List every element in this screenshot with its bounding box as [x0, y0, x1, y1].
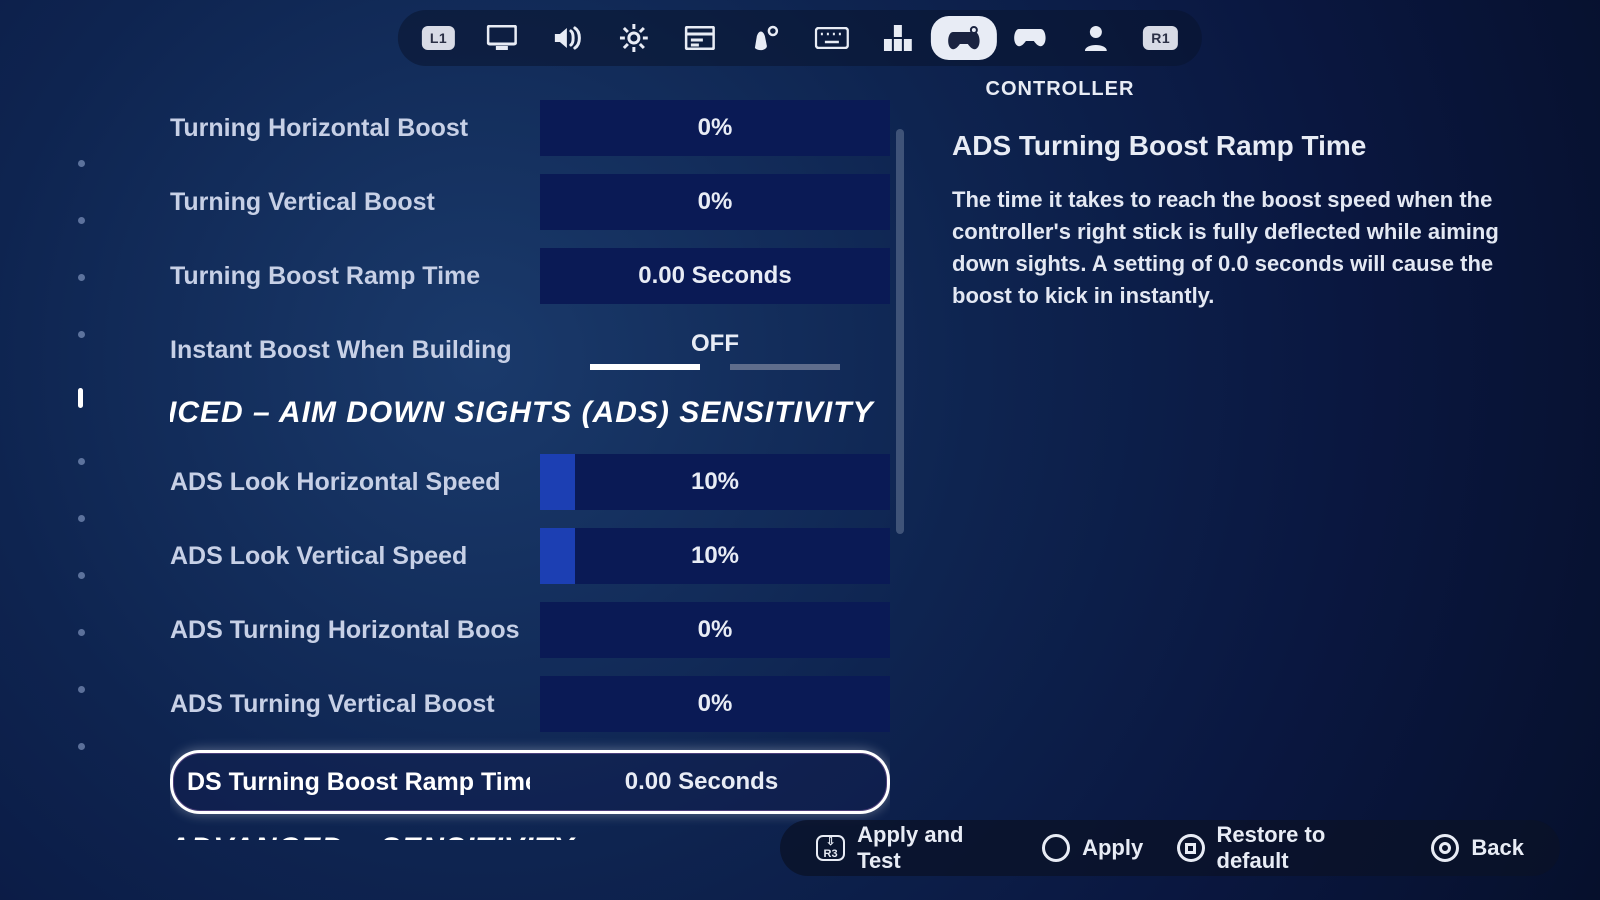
tab-video[interactable]: [469, 16, 535, 60]
setting-label: ADS Look Horizontal Speed: [170, 468, 520, 497]
back-button[interactable]: Back: [1431, 834, 1524, 862]
help-title: ADS Turning Boost Ramp Time: [952, 130, 1512, 162]
setting-value[interactable]: 0.00 Seconds: [530, 754, 873, 810]
help-body: The time it takes to reach the boost spe…: [952, 184, 1512, 312]
section-dot[interactable]: [78, 217, 85, 224]
setting-toggle[interactable]: OFF: [540, 322, 890, 378]
setting-value[interactable]: 10%: [540, 528, 890, 584]
gamepad-icon: [1013, 27, 1047, 49]
value-text: 0.00 Seconds: [625, 768, 778, 796]
tab-touch[interactable]: [733, 16, 799, 60]
toggle-track-icon: [590, 364, 840, 370]
section-dot[interactable]: [78, 458, 85, 465]
value-text: 0.00 Seconds: [638, 262, 791, 290]
triangle-icon: [1042, 834, 1070, 862]
help-panel: ADS Turning Boost Ramp Time The time it …: [952, 130, 1512, 312]
section-dot[interactable]: [78, 743, 85, 750]
value-text: 0%: [698, 616, 733, 644]
setting-ads-turning-horizontal-boos[interactable]: ADS Turning Horizontal Boos 0%: [170, 602, 890, 658]
section-dot[interactable]: [78, 331, 85, 338]
gear-icon: [620, 24, 648, 52]
setting-label: Instant Boost When Building: [170, 336, 520, 365]
value-text: 0%: [698, 114, 733, 142]
value-fill: [540, 528, 575, 584]
footer-actions: ⇩R3 Apply and Test Apply Restore to defa…: [780, 820, 1560, 876]
tab-account[interactable]: [1063, 16, 1129, 60]
apply-button[interactable]: Apply: [1042, 834, 1143, 862]
section-dot[interactable]: [78, 629, 85, 636]
speaker-icon: [553, 26, 583, 50]
setting-ads-turning-boost-ramp-time[interactable]: DS Turning Boost Ramp Time 0.00 Seconds: [170, 750, 890, 814]
setting-ads-look-vertical-speed[interactable]: ADS Look Vertical Speed 10%: [170, 528, 890, 584]
tab-controller2[interactable]: [997, 16, 1063, 60]
setting-ads-turning-vertical-boost[interactable]: ADS Turning Vertical Boost 0%: [170, 676, 890, 732]
settings-scrollbar[interactable]: [896, 120, 904, 560]
selected-tab-title: CONTROLLER: [370, 78, 1230, 101]
setting-label: ADS Turning Vertical Boost: [170, 690, 520, 719]
value-text: 0%: [698, 690, 733, 718]
setting-label: Turning Boost Ramp Time: [170, 262, 520, 291]
setting-label: ADS Look Vertical Speed: [170, 542, 520, 571]
settings-list: Turning Horizontal Boost0%Turning Vertic…: [170, 100, 890, 840]
toggle-value: OFF: [691, 330, 739, 358]
setting-label: ADS Turning Horizontal Boos: [170, 616, 520, 645]
section-dot[interactable]: [78, 160, 85, 167]
section-dot[interactable]: [78, 686, 85, 693]
restore-default-button[interactable]: Restore to default: [1177, 822, 1397, 874]
keyboard-icon: [815, 27, 849, 49]
setting-turning-vertical-boost[interactable]: Turning Vertical Boost 0%: [170, 174, 890, 230]
section-dot[interactable]: [78, 274, 85, 281]
bumper-left-icon: L1: [422, 26, 455, 50]
settings-tabbar: L1 R1: [398, 10, 1202, 66]
tab-hud[interactable]: [667, 16, 733, 60]
setting-value[interactable]: 0%: [540, 676, 890, 732]
setting-value[interactable]: 10%: [540, 454, 890, 510]
setting-turning-horizontal-boost[interactable]: Turning Horizontal Boost 0%: [170, 100, 890, 156]
section-dot[interactable]: [78, 388, 83, 408]
monitor-icon: [487, 25, 517, 51]
section-indicator: [78, 160, 85, 750]
section-dot[interactable]: [78, 572, 85, 579]
circle-icon: [1431, 834, 1459, 862]
browser-icon: [685, 26, 715, 50]
setting-label: DS Turning Boost Ramp Time: [187, 768, 530, 797]
tab-audio[interactable]: [535, 16, 601, 60]
setting-value[interactable]: 0%: [540, 174, 890, 230]
setting-label: Turning Horizontal Boost: [170, 114, 520, 143]
tab-buildmap[interactable]: [865, 16, 931, 60]
setting-instant-boost-building[interactable]: Instant Boost When Building OFF: [170, 322, 890, 378]
setting-label: Turning Vertical Boost: [170, 188, 520, 217]
value-fill: [540, 454, 575, 510]
section-heading-ads: ICED – AIM DOWN SIGHTS (ADS) SENSITIVITY: [170, 396, 890, 430]
gamepad-gear-icon: [947, 26, 981, 50]
setting-value[interactable]: 0%: [540, 602, 890, 658]
value-text: 10%: [691, 542, 739, 570]
setting-ads-look-horizontal-speed[interactable]: ADS Look Horizontal Speed 10%: [170, 454, 890, 510]
value-text: 0%: [698, 188, 733, 216]
bumper-right-icon: R1: [1143, 26, 1178, 50]
tab-keyboard[interactable]: [799, 16, 865, 60]
hand-gear-icon: [751, 24, 781, 52]
tab-game[interactable]: [601, 16, 667, 60]
tab-controller[interactable]: [931, 16, 997, 60]
r3-icon: ⇩R3: [816, 835, 845, 861]
scrollbar-thumb[interactable]: [896, 129, 904, 534]
apply-and-test-button[interactable]: ⇩R3 Apply and Test: [816, 822, 1008, 874]
setting-value[interactable]: 0.00 Seconds: [540, 248, 890, 304]
setting-turning-boost-ramp-time[interactable]: Turning Boost Ramp Time 0.00 Seconds: [170, 248, 890, 304]
setting-value[interactable]: 0%: [540, 100, 890, 156]
square-icon: [1177, 834, 1204, 862]
section-dot[interactable]: [78, 515, 85, 522]
user-icon: [1085, 25, 1107, 51]
value-text: 10%: [691, 468, 739, 496]
grid-icon: [884, 25, 912, 51]
